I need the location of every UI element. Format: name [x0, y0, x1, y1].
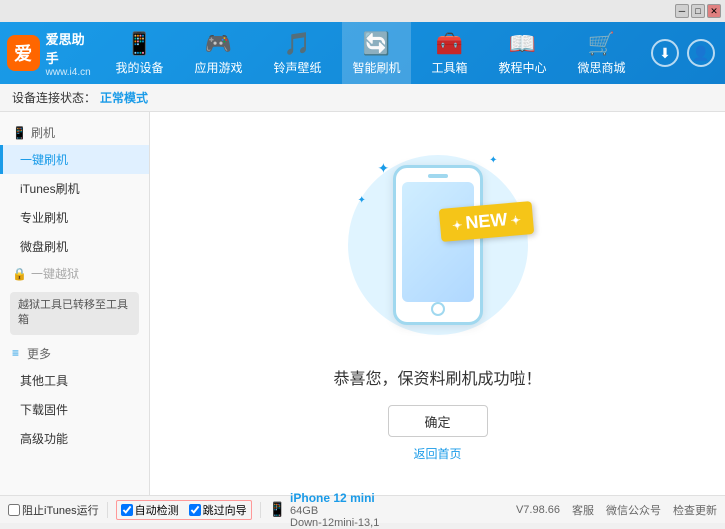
- smart-flash-icon: 🔄: [362, 30, 390, 57]
- close-button[interactable]: ✕: [707, 4, 721, 18]
- title-bar: ─ □ ✕: [0, 0, 725, 22]
- tutorial-icon: 📖: [508, 30, 536, 57]
- download-button[interactable]: ⬇: [651, 39, 679, 67]
- toolbox-icon: 🧰: [435, 30, 463, 57]
- phone-screen: [402, 182, 474, 302]
- success-text: 恭喜您，保资料刷机成功啦！: [333, 365, 541, 389]
- sparkle-3: ✦: [489, 155, 497, 166]
- downgrade-flash-label: 微盘刷机: [20, 240, 68, 254]
- nav-ringtones[interactable]: 🎵 铃声壁纸: [263, 22, 331, 84]
- nav-micro-mall[interactable]: 🛒 微思商城: [567, 22, 635, 84]
- phone-body: [393, 165, 483, 325]
- micro-mall-label: 微思商城: [577, 59, 625, 76]
- lock-icon: 🔒: [12, 267, 27, 281]
- flash-section-icon: 📱: [12, 126, 27, 140]
- more-section-icon: ≡: [12, 346, 19, 360]
- sidebar-item-advanced[interactable]: 高级功能: [0, 424, 149, 453]
- content-area: NEW ✦ ✦ ✦ 恭喜您，保资料刷机成功啦！ 确定 返回首页: [150, 112, 725, 495]
- my-device-icon: 📱: [125, 30, 153, 57]
- nav-items: 📱 我的设备 🎮 应用游戏 🎵 铃声壁纸 🔄 智能刷机 🧰 工具箱 📖 教程中心…: [100, 22, 641, 84]
- skip-wizard-checkbox[interactable]: [189, 504, 201, 516]
- sidebar-section-more[interactable]: ≡ 更多: [0, 341, 149, 366]
- sidebar-item-pro-flash[interactable]: 专业刷机: [0, 203, 149, 232]
- jailbreak-section-label: 一键越狱: [31, 265, 79, 282]
- device-icon: 📱: [269, 501, 286, 518]
- ringtones-icon: 🎵: [283, 30, 311, 57]
- sidebar-item-one-click-flash[interactable]: 一键刷机: [0, 145, 149, 174]
- confirm-button[interactable]: 确定: [388, 405, 488, 437]
- app-url: www.i4.cn: [46, 67, 94, 78]
- divider-1: [107, 502, 108, 518]
- status-bar: 设备连接状态： 正常模式: [0, 84, 725, 112]
- sidebar-item-download-firmware[interactable]: 下载固件: [0, 395, 149, 424]
- header-actions: ⬇ 👤: [641, 39, 725, 67]
- more-section-label: 更多: [27, 345, 51, 362]
- customer-service-link[interactable]: 客服: [572, 502, 594, 518]
- status-value: 正常模式: [100, 89, 148, 106]
- main-layout: 📱 刷机 一键刷机 iTunes刷机 专业刷机 微盘刷机 🔒 一键越狱 越狱工具…: [0, 112, 725, 495]
- version-text: V7.98.66: [516, 504, 560, 516]
- minimize-button[interactable]: ─: [675, 4, 689, 18]
- sidebar-item-other-tools[interactable]: 其他工具: [0, 366, 149, 395]
- bottom-right: V7.98.66 客服 微信公众号 检查更新: [516, 502, 717, 518]
- auto-connect-label: 自动检测: [135, 502, 179, 518]
- header: 爱 爱思助手 www.i4.cn 📱 我的设备 🎮 应用游戏 🎵 铃声壁纸 🔄 …: [0, 22, 725, 84]
- sidebar-section-jailbreak: 🔒 一键越狱: [0, 261, 149, 286]
- status-label: 设备连接状态：: [12, 89, 96, 106]
- my-device-label: 我的设备: [115, 59, 163, 76]
- sidebar-item-downgrade-flash[interactable]: 微盘刷机: [0, 232, 149, 261]
- pro-flash-label: 专业刷机: [20, 211, 68, 225]
- tutorial-label: 教程中心: [498, 59, 546, 76]
- device-name: iPhone 12 mini: [290, 491, 379, 505]
- jailbreak-notice-text: 越狱工具已转移至工具箱: [18, 299, 128, 326]
- sparkle-2: ✦: [358, 195, 366, 206]
- auto-connect-checkbox-item: 自动检测: [121, 502, 179, 518]
- auto-connect-checkbox[interactable]: [121, 504, 133, 516]
- advanced-label: 高级功能: [20, 432, 68, 446]
- sidebar-section-flash[interactable]: 📱 刷机: [0, 120, 149, 145]
- phone-home: [431, 302, 445, 316]
- nav-tutorial[interactable]: 📖 教程中心: [488, 22, 556, 84]
- app-name: 爱思助手: [46, 29, 94, 67]
- skip-wizard-checkbox-item: 跳过向导: [189, 502, 247, 518]
- nav-toolbox[interactable]: 🧰 工具箱: [421, 22, 477, 84]
- apps-games-icon: 🎮: [204, 30, 232, 57]
- sidebar: 📱 刷机 一键刷机 iTunes刷机 专业刷机 微盘刷机 🔒 一键越狱 越狱工具…: [0, 112, 150, 495]
- flash-section-label: 刷机: [31, 124, 55, 141]
- account-button[interactable]: 👤: [687, 39, 715, 67]
- sidebar-item-itunes-flash[interactable]: iTunes刷机: [0, 174, 149, 203]
- back-link[interactable]: 返回首页: [413, 445, 461, 462]
- jailbreak-notice: 越狱工具已转移至工具箱: [10, 292, 139, 335]
- itunes-checkbox[interactable]: [8, 504, 20, 516]
- logo-area: 爱 爱思助手 www.i4.cn: [0, 29, 100, 78]
- success-illustration: NEW ✦ ✦ ✦: [338, 145, 538, 345]
- check-update-link[interactable]: 检查更新: [673, 502, 717, 518]
- maximize-button[interactable]: □: [691, 4, 705, 18]
- itunes-flash-label: iTunes刷机: [20, 182, 80, 196]
- device-storage: 64GB: [290, 505, 379, 517]
- apps-games-label: 应用游戏: [194, 59, 242, 76]
- phone-speaker: [428, 174, 448, 178]
- nav-my-device[interactable]: 📱 我的设备: [105, 22, 173, 84]
- itunes-status: 阻止iTunes运行: [8, 502, 99, 518]
- itunes-status-text: 阻止iTunes运行: [22, 502, 99, 518]
- wechat-public-link[interactable]: 微信公众号: [606, 502, 661, 518]
- other-tools-label: 其他工具: [20, 374, 68, 388]
- skip-wizard-label: 跳过向导: [203, 502, 247, 518]
- logo-icon: 爱: [7, 35, 40, 71]
- nav-apps-games[interactable]: 🎮 应用游戏: [184, 22, 252, 84]
- one-click-flash-label: 一键刷机: [20, 153, 68, 167]
- divider-2: [260, 502, 261, 518]
- ringtones-label: 铃声壁纸: [273, 59, 321, 76]
- micro-mall-icon: 🛒: [587, 30, 615, 57]
- download-firmware-label: 下载固件: [20, 403, 68, 417]
- bottom-bar: 阻止iTunes运行 自动检测 跳过向导 📱 iPhone 12 mini 64…: [0, 495, 725, 523]
- checkbox-area: 自动检测 跳过向导: [116, 500, 252, 520]
- sparkle-1: ✦: [378, 160, 390, 177]
- nav-smart-flash[interactable]: 🔄 智能刷机: [342, 22, 410, 84]
- smart-flash-label: 智能刷机: [352, 59, 400, 76]
- toolbox-label: 工具箱: [431, 59, 467, 76]
